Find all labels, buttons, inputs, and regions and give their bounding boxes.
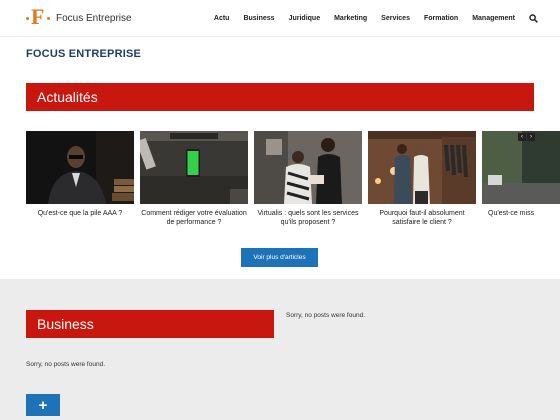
page-title: FOCUS ENTREPRISE <box>26 48 142 60</box>
article-card[interactable]: Qu'est-ce miss <box>482 131 560 218</box>
logo-mark: F <box>26 4 52 30</box>
carousel-controls: ‹ › <box>517 133 535 141</box>
article-caption[interactable]: Qu'est-ce miss <box>482 209 560 218</box>
article-caption[interactable]: Qu'est-ce que la pile AAA ? <box>26 209 134 218</box>
lower-section <box>0 279 560 420</box>
article-caption[interactable]: Virtualis : quels sont les services qu'i… <box>254 209 362 227</box>
logo-text: Focus Entreprise <box>56 12 132 24</box>
more-articles-button[interactable]: Voir plus d'articles <box>241 248 318 267</box>
article-caption[interactable]: Pourquoi faut-il absolument satisfaire l… <box>368 209 476 227</box>
article-image[interactable] <box>140 131 248 204</box>
search-icon[interactable] <box>529 13 538 23</box>
chevron-right-icon[interactable]: › <box>527 133 535 141</box>
article-card[interactable]: Virtualis : quels sont les services qu'i… <box>254 131 362 227</box>
nav-item-marketing[interactable]: Marketing <box>334 15 367 22</box>
nav-item-business[interactable]: Business <box>243 15 274 22</box>
top-header: F Focus Entreprise Actu Business Juridiq… <box>0 0 560 37</box>
load-more-business-button[interactable]: + <box>26 394 60 416</box>
page: F Focus Entreprise Actu Business Juridiq… <box>0 0 560 420</box>
section-header-actualites: Actualités <box>26 83 534 111</box>
logo-dot-right <box>47 17 50 20</box>
logo-dot-left <box>26 17 29 20</box>
chevron-left-icon[interactable]: ‹ <box>518 133 526 141</box>
business-empty-message: Sorry, no posts were found. <box>26 361 106 368</box>
article-caption[interactable]: Comment rédiger votre évaluation de perf… <box>140 209 248 227</box>
articles-carousel: Qu'est-ce que la pile AAA ? Comment rédi… <box>26 131 560 235</box>
article-image[interactable] <box>254 131 362 204</box>
nav-item-formation[interactable]: Formation <box>424 15 458 22</box>
article-card[interactable]: Comment rédiger votre évaluation de perf… <box>140 131 248 227</box>
section-title-actualites: Actualités <box>37 89 98 105</box>
article-image[interactable] <box>368 131 476 204</box>
side-empty-message: Sorry, no posts were found. <box>286 312 366 319</box>
nav-item-services[interactable]: Services <box>381 15 410 22</box>
article-image[interactable] <box>482 131 560 204</box>
article-card[interactable]: Qu'est-ce que la pile AAA ? <box>26 131 134 218</box>
article-card[interactable]: Pourquoi faut-il absolument satisfaire l… <box>368 131 476 227</box>
section-title-business: Business <box>37 316 94 332</box>
nav-item-actu[interactable]: Actu <box>214 15 230 22</box>
article-image[interactable] <box>26 131 134 204</box>
site-logo[interactable]: F Focus Entreprise <box>26 4 132 30</box>
main-nav: Actu Business Juridique Marketing Servic… <box>200 0 538 36</box>
nav-item-management[interactable]: Management <box>472 15 515 22</box>
section-header-business: Business <box>26 310 274 338</box>
nav-item-juridique[interactable]: Juridique <box>289 15 321 22</box>
logo-letter: F <box>31 4 45 29</box>
